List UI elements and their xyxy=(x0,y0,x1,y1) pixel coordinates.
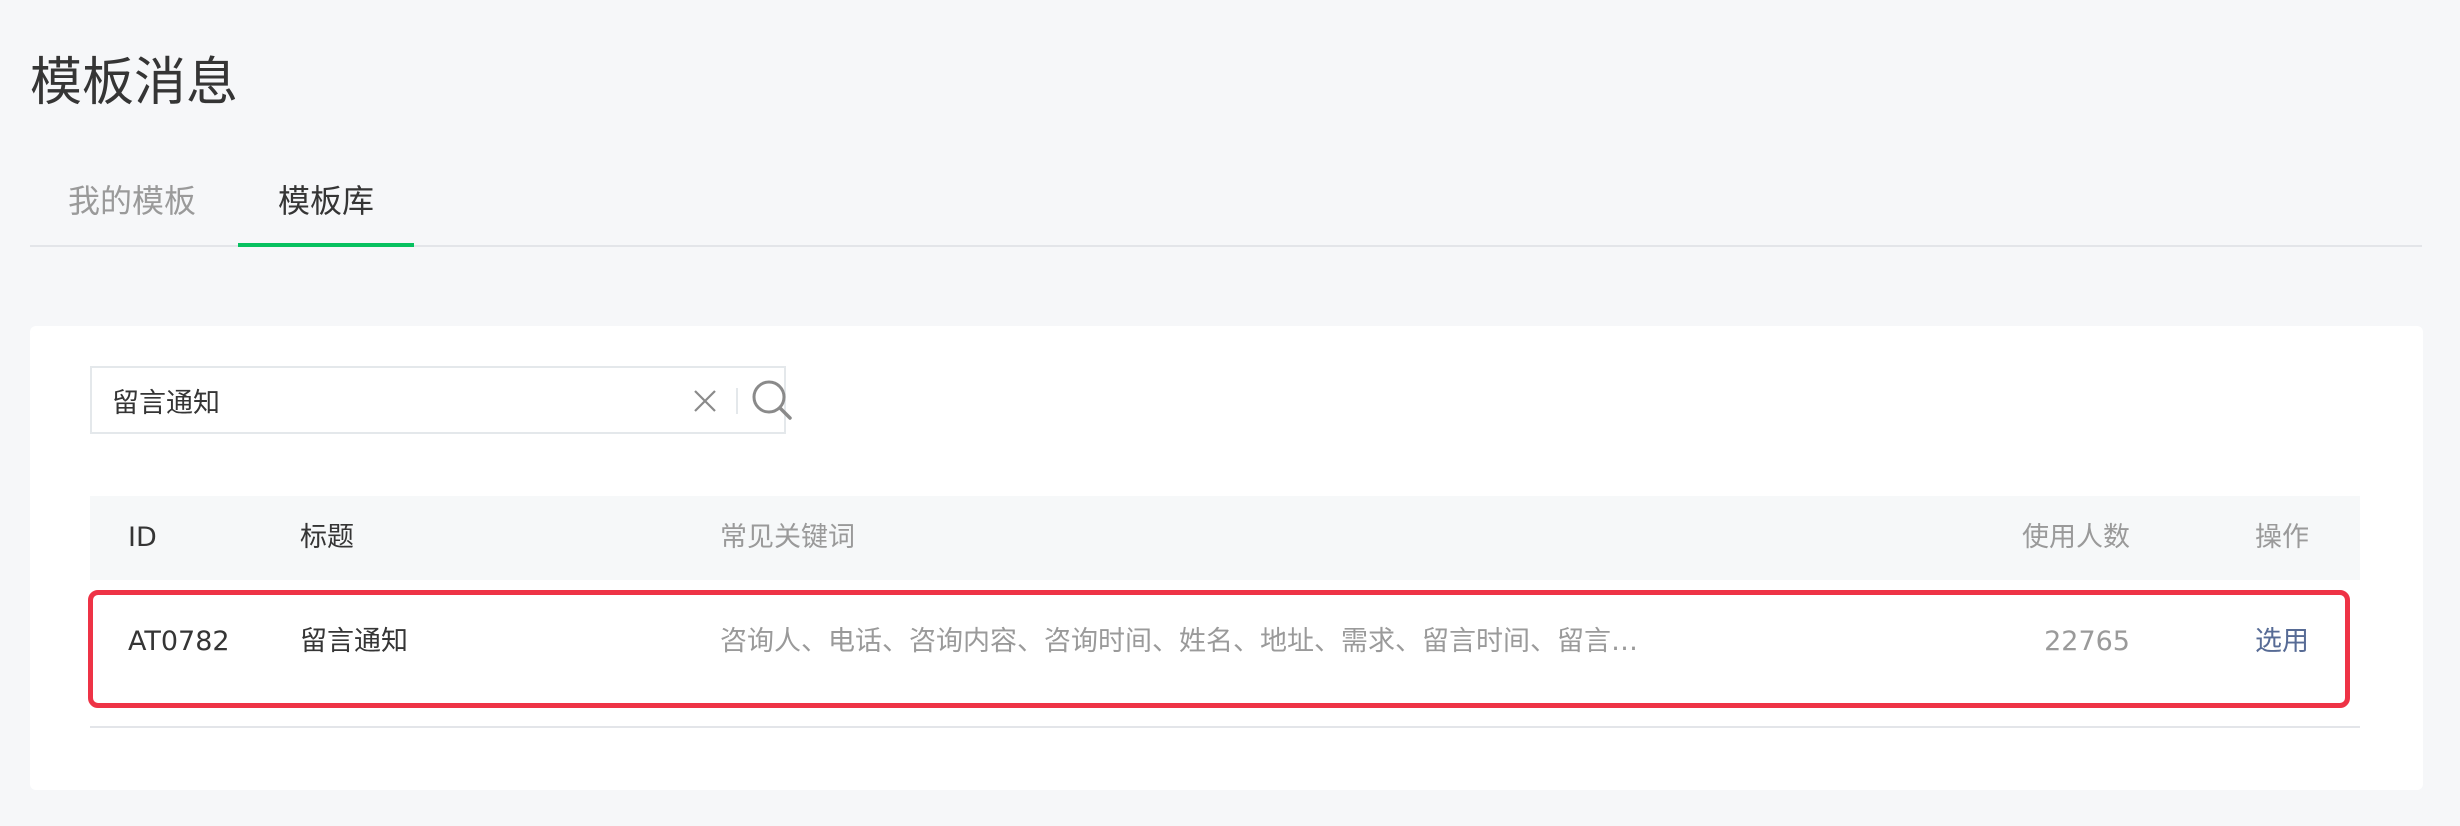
select-template-button[interactable]: 选用 xyxy=(2204,610,2360,674)
close-icon[interactable] xyxy=(692,388,718,414)
search-divider xyxy=(736,388,738,414)
tab-my-templates[interactable]: 我的模板 xyxy=(30,165,234,245)
row-id: AT0782 xyxy=(128,626,230,657)
table-header: ID 标题 常见关键词 使用人数 操作 xyxy=(90,496,2360,580)
column-header-keywords: 常见关键词 xyxy=(720,522,855,553)
search-icon[interactable] xyxy=(750,378,794,422)
row-keywords: 咨询人、电话、咨询内容、咨询时间、姓名、地址、需求、留言时间、留言… xyxy=(720,626,1638,657)
row-users: 22765 xyxy=(2044,626,2130,657)
column-header-action: 操作 xyxy=(2255,522,2309,553)
tab-template-library[interactable]: 模板库 xyxy=(238,165,414,247)
search-box xyxy=(90,366,792,434)
row-title: 留言通知 xyxy=(300,626,408,657)
column-header-title: 标题 xyxy=(300,522,354,553)
table-row: AT0782 留言通知 咨询人、电话、咨询内容、咨询时间、姓名、地址、需求、留言… xyxy=(90,580,2360,728)
tab-bar: 我的模板 模板库 xyxy=(30,165,2422,247)
search-input[interactable] xyxy=(112,368,632,432)
template-library-panel: ID 标题 常见关键词 使用人数 操作 AT0782 留言通知 咨询人、电话、咨… xyxy=(30,326,2423,790)
page-title: 模板消息 xyxy=(30,53,239,113)
column-header-id: ID xyxy=(128,522,157,553)
column-header-users: 使用人数 xyxy=(2022,522,2130,553)
